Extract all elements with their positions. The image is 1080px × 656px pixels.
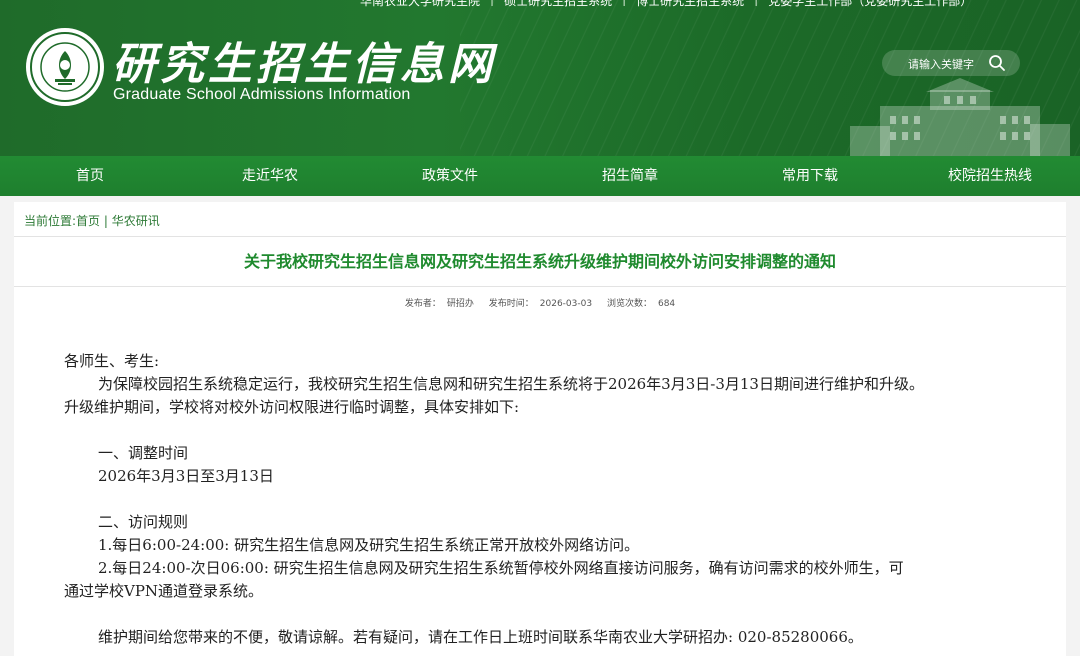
breadcrumb: 当前位置:首页 | 华农研讯 bbox=[24, 212, 160, 229]
breadcrumb-prefix: 当前位置: bbox=[24, 214, 77, 228]
nav-hotline[interactable]: 校院招生热线 bbox=[900, 156, 1080, 196]
meta-views-label: 浏览次数： bbox=[606, 299, 652, 309]
nav-policy[interactable]: 政策文件 bbox=[360, 156, 540, 196]
nav-brochure[interactable]: 招生简章 bbox=[540, 156, 720, 196]
section-title-rules: 二、访问规则 bbox=[98, 513, 189, 531]
breadcrumb-separator: | bbox=[103, 214, 108, 228]
search-box[interactable]: 请输入关键字 bbox=[882, 50, 1020, 76]
top-link-graduate-school[interactable]: 华南农业大学研究生院 bbox=[360, 0, 480, 8]
paragraph-intro: 为保障校园招生系统稳定运行，我校研究生招生信息网和研究生招生系统将于2026年3… bbox=[98, 375, 924, 393]
top-link-master-system[interactable]: 硕士研究生招生系统 bbox=[504, 0, 612, 8]
rule-item-1: 1.每日6:00-24:00: 研究生招生信息网及研究生招生系统正常开放校外网络… bbox=[98, 536, 640, 554]
university-seal-icon bbox=[30, 32, 100, 102]
article-panel: 当前位置:首页 | 华农研讯 关于我校研究生招生信息网及研究生招生系统升级维护期… bbox=[14, 202, 1066, 656]
divider bbox=[14, 236, 1066, 237]
divider bbox=[14, 286, 1066, 287]
top-links: 华南农业大学研究生院 | 硕士研究生招生系统 | 博士研究生招生系统 | 党委学… bbox=[360, 0, 1060, 8]
top-link-separator: | bbox=[754, 0, 758, 8]
site-header: 华南农业大学研究生院 | 硕士研究生招生系统 | 博士研究生招生系统 | 党委学… bbox=[0, 0, 1080, 156]
closing-paragraph: 维护期间给您带来的不便，敬请谅解。若有疑问，请在工作日上班时间联系华南农业大学研… bbox=[98, 628, 863, 646]
search-icon[interactable] bbox=[988, 54, 1006, 72]
section-title-time: 一、调整时间 bbox=[98, 444, 189, 462]
site-title: 研究生招生信息网 bbox=[112, 39, 496, 90]
paragraph-intro-cont: 升级维护期间，学校将对校外访问权限进行临时调整，具体安排如下: bbox=[64, 398, 520, 416]
article-meta: 发布者： 研招办 发布时间： 2026-03-03 浏览次数： 684 bbox=[14, 296, 1066, 309]
nav-downloads[interactable]: 常用下载 bbox=[720, 156, 900, 196]
meta-publisher: 研招办 bbox=[446, 299, 474, 309]
greeting: 各师生、考生: bbox=[64, 352, 160, 370]
meta-time: 2026-03-03 bbox=[539, 299, 593, 309]
breadcrumb-current[interactable]: 华农研讯 bbox=[112, 214, 160, 228]
nav-home[interactable]: 首页 bbox=[0, 156, 180, 196]
top-link-student-affairs[interactable]: 党委学生工作部（党委研究生工作部） bbox=[768, 0, 972, 8]
rule-item-2: 2.每日24:00-次日06:00: 研究生招生信息网及研究生招生系统暂停校外网… bbox=[98, 559, 904, 577]
meta-time-label: 发布时间： bbox=[488, 299, 534, 309]
top-link-separator: | bbox=[622, 0, 626, 8]
meta-publisher-label: 发布者： bbox=[404, 299, 441, 309]
top-link-separator: | bbox=[490, 0, 494, 8]
university-logo-icon[interactable] bbox=[26, 28, 104, 106]
campus-building-icon bbox=[850, 78, 1070, 156]
main-nav: 首页 走近华农 政策文件 招生简章 常用下载 校院招生热线 bbox=[0, 156, 1080, 196]
article-body: 各师生、考生: 为保障校园招生系统稳定运行，我校研究生招生信息网和研究生招生系统… bbox=[64, 350, 1024, 649]
breadcrumb-home[interactable]: 首页 bbox=[76, 214, 100, 228]
section-body-time: 2026年3月3日至3月13日 bbox=[98, 467, 274, 485]
site-subtitle: Graduate School Admissions Information bbox=[113, 86, 411, 103]
meta-views: 684 bbox=[657, 299, 676, 309]
search-input[interactable]: 请输入关键字 bbox=[908, 56, 974, 72]
nav-about[interactable]: 走近华农 bbox=[180, 156, 360, 196]
rule-item-2-cont: 通过学校VPN通道登录系统。 bbox=[64, 582, 264, 600]
article-title: 关于我校研究生招生信息网及研究生招生系统升级维护期间校外访问安排调整的通知 bbox=[243, 252, 836, 271]
top-link-phd-system[interactable]: 博士研究生招生系统 bbox=[636, 0, 744, 8]
